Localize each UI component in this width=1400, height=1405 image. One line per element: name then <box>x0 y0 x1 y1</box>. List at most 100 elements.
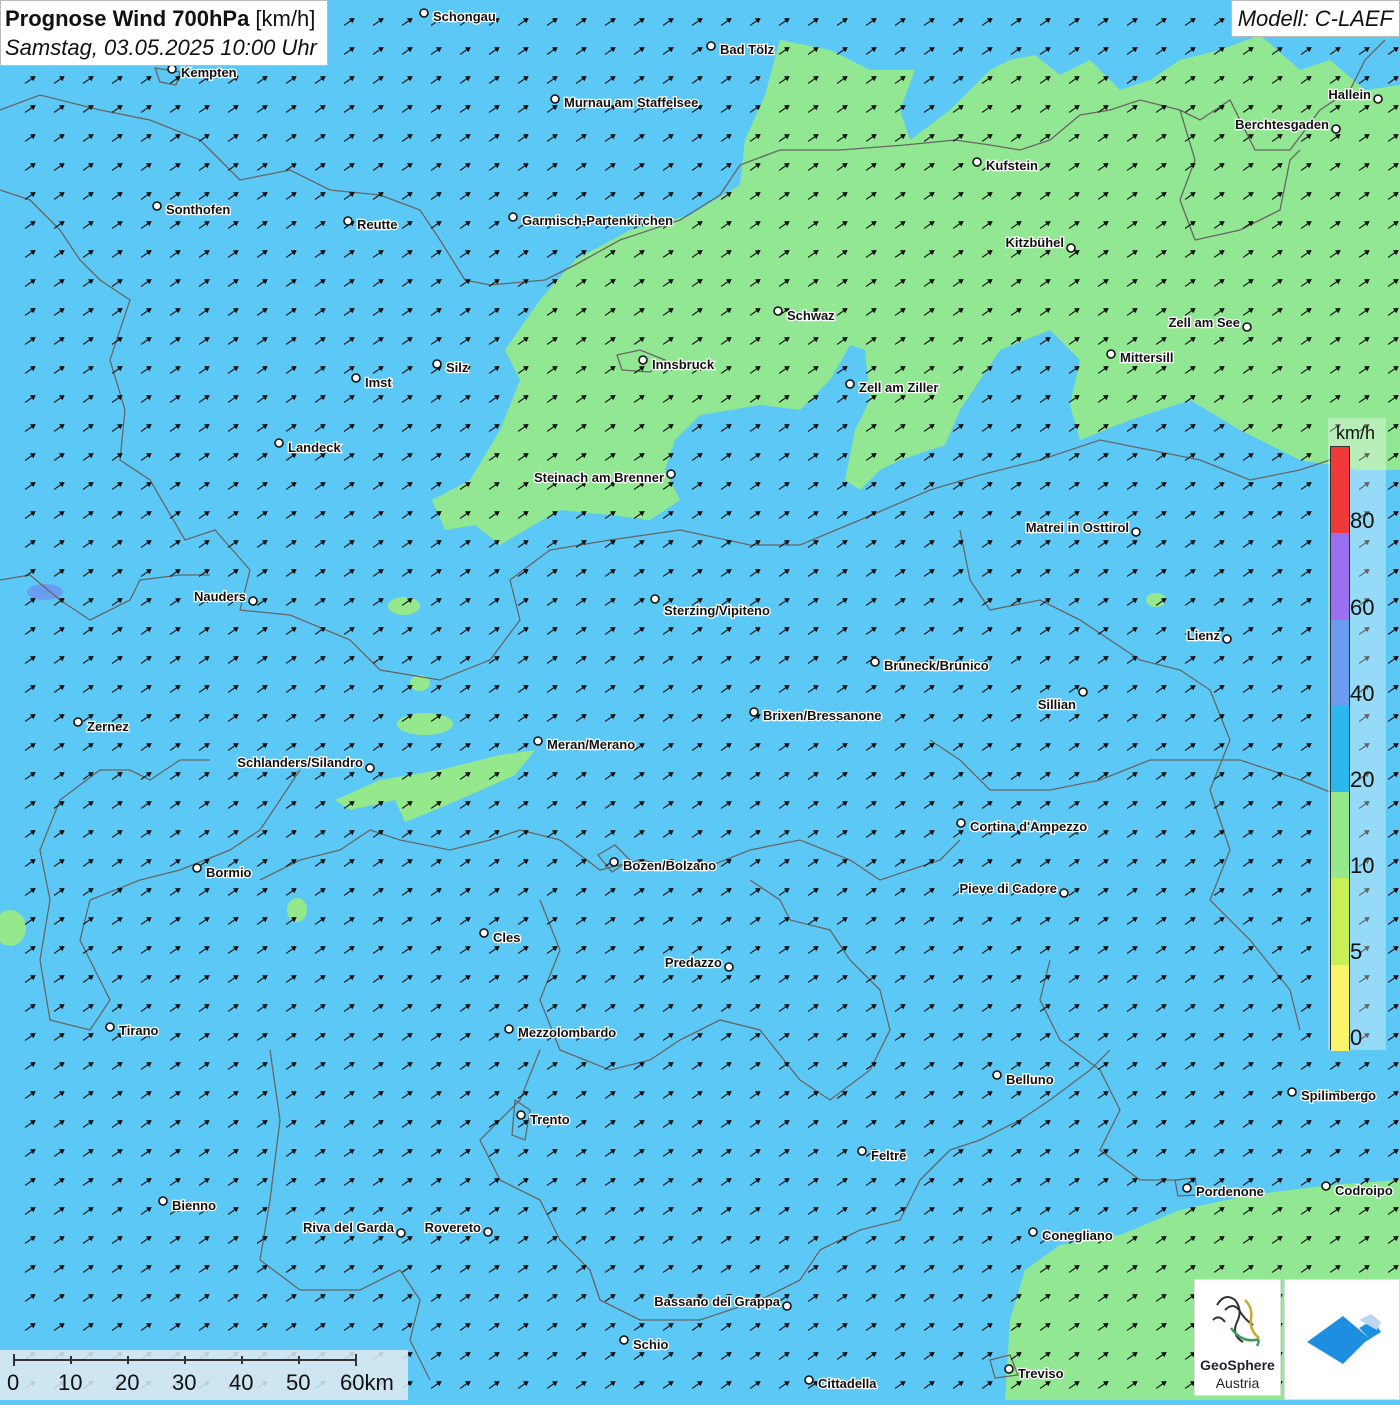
city-dot <box>167 64 177 74</box>
city-label: Treviso <box>1018 1366 1064 1381</box>
city-label: Rovereto <box>425 1220 481 1235</box>
city-dot <box>248 596 258 606</box>
city-dot <box>516 1110 526 1120</box>
city-marker: Berchtesgaden <box>1234 116 1341 134</box>
geosphere-austria-logo[interactable]: GeoSphere Austria <box>1194 1279 1281 1396</box>
city-label: Bad Tölz <box>720 42 775 57</box>
city-marker: Bassano del Grappa <box>653 1293 792 1311</box>
city-label: Conegliano <box>1042 1228 1113 1243</box>
city-dot <box>1106 349 1116 359</box>
map-title: Prognose Wind 700hPa [km/h] <box>5 4 317 33</box>
city-dot <box>158 1196 168 1206</box>
city-marker: Conegliano <box>1028 1227 1114 1244</box>
city-label: Nauders <box>194 589 246 604</box>
legend-tick: 5 <box>1350 939 1363 964</box>
legend-segment-60-80 <box>1331 533 1349 620</box>
legend-segment-40-60 <box>1331 620 1349 706</box>
city-dot <box>508 212 518 222</box>
city-dot <box>992 1070 1002 1080</box>
city-dot <box>1373 94 1383 104</box>
city-label: Meran/Merano <box>547 737 635 752</box>
app-logo[interactable] <box>1284 1279 1400 1400</box>
city-dot <box>1078 687 1088 697</box>
legend-segment-20-40 <box>1331 706 1349 792</box>
city-dot <box>724 962 734 972</box>
city-dot <box>152 201 162 211</box>
legend-tick: 20 <box>1350 767 1375 792</box>
city-label: Sillian <box>1038 697 1076 712</box>
city-label: Berchtesgaden <box>1235 117 1329 132</box>
city-dot <box>638 355 648 365</box>
title-box: Prognose Wind 700hPa [km/h] Samstag, 03.… <box>0 0 328 66</box>
city-dot <box>845 379 855 389</box>
city-marker: Bruneck/Brunico <box>870 657 990 674</box>
city-label: Matrei in Osttirol <box>1026 520 1129 535</box>
city-marker: Steinach am Brenner <box>533 469 676 486</box>
forecast-datetime: Samstag, 03.05.2025 10:00 Uhr <box>5 35 317 60</box>
city-label: Cittadella <box>818 1376 877 1391</box>
city-label: Bassano del Grappa <box>654 1294 780 1309</box>
legend-tick: 40 <box>1350 681 1375 706</box>
city-dot <box>533 736 543 746</box>
legend-segment-10-20 <box>1331 792 1349 878</box>
city-label: Schlanders/Silandro <box>237 755 363 770</box>
city-label: Bruneck/Brunico <box>884 658 989 673</box>
city-dot <box>483 1227 493 1237</box>
city-label: Hallein <box>1328 87 1371 102</box>
city-dot <box>619 1335 629 1345</box>
city-label: Cles <box>493 930 520 945</box>
city-label: Belluno <box>1006 1072 1054 1087</box>
legend-segment-0-5 <box>1331 965 1349 1051</box>
city-label: Reutte <box>357 217 397 232</box>
city-dot <box>782 1301 792 1311</box>
city-label: Kufstein <box>986 158 1038 173</box>
city-label: Mezzolombardo <box>518 1025 616 1040</box>
city-dot <box>749 707 759 717</box>
city-marker: Bozen/Bolzano <box>609 857 717 874</box>
city-label: Steinach am Brenner <box>534 470 664 485</box>
city-marker: Spilimbergo <box>1287 1087 1377 1104</box>
wind-map[interactable]: Schongau Bad Tölz Kempten Murnau am Staffel… <box>0 0 1400 1400</box>
city-dot <box>504 1024 514 1034</box>
city-dot <box>419 8 429 18</box>
city-dot <box>105 1022 115 1032</box>
city-dot <box>365 763 375 773</box>
legend-tick: 0 <box>1350 1025 1363 1050</box>
city-marker: Zell am Ziller <box>845 379 940 396</box>
legend-tick: 80 <box>1350 508 1375 533</box>
city-dot <box>1059 888 1069 898</box>
city-marker: Meran/Merano <box>533 736 636 753</box>
city-marker: Garmisch-Partenkirchen <box>508 212 674 229</box>
city-label: Kitzbühel <box>1006 235 1065 250</box>
city-label: Riva del Garda <box>303 1220 395 1235</box>
wind-10-20-patch <box>287 898 307 922</box>
scale-label: 30 <box>172 1370 197 1395</box>
city-dot <box>274 438 284 448</box>
city-label: Cortina d'Ampezzo <box>970 819 1087 834</box>
city-marker: Zell am See <box>1167 314 1252 332</box>
city-dot <box>857 1146 867 1156</box>
city-label: Zernez <box>87 719 129 734</box>
scale-label: 20 <box>115 1370 140 1395</box>
city-dot <box>609 857 619 867</box>
city-dot <box>73 717 83 727</box>
city-label: Kempten <box>181 65 237 80</box>
city-label: Innsbruck <box>652 357 715 372</box>
city-marker: Riva del Garda <box>302 1219 406 1238</box>
city-label: Tirano <box>119 1023 159 1038</box>
geosphere-emblem-icon <box>1212 1295 1260 1347</box>
city-dot <box>972 157 982 167</box>
city-label: Bozen/Bolzano <box>623 858 716 873</box>
city-label: Predazzo <box>665 955 722 970</box>
legend-color-bar <box>1330 446 1350 1051</box>
city-dot <box>479 928 489 938</box>
wind-10-20-patch <box>397 713 453 735</box>
city-dot <box>351 373 361 383</box>
map-title-unit: [km/h] <box>249 6 316 31</box>
legend-unit: km/h <box>1336 423 1376 443</box>
city-dot <box>1004 1364 1014 1374</box>
city-label: Bormio <box>206 865 252 880</box>
legend-tick: 10 <box>1350 853 1375 878</box>
city-dot <box>396 1228 406 1238</box>
city-dot <box>1066 243 1076 253</box>
